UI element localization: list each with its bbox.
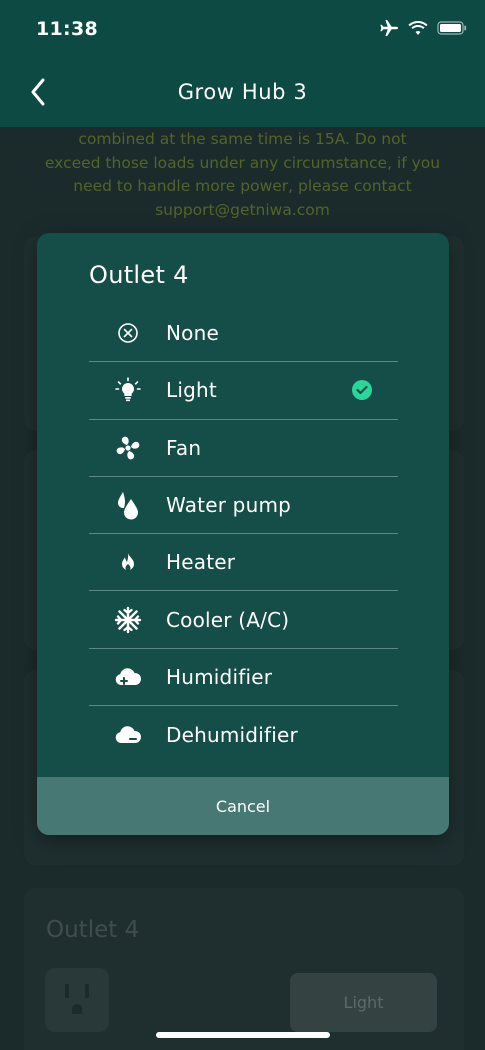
- option-label: Cooler (A/C): [166, 607, 290, 632]
- page-title: Grow Hub 3: [177, 80, 308, 104]
- none-circle-x-icon: [89, 318, 166, 348]
- option-label: Humidifier: [166, 664, 273, 689]
- home-indicator[interactable]: [156, 1032, 330, 1038]
- option-label: Heater: [166, 550, 236, 575]
- option-label: None: [166, 321, 219, 346]
- fan-icon: [89, 433, 166, 463]
- option-none[interactable]: None: [89, 305, 398, 363]
- selected-check-icon: [352, 380, 372, 401]
- nav-bar: Grow Hub 3: [0, 58, 485, 127]
- cloud-minus-icon: [89, 720, 166, 750]
- status-time: 11:38: [36, 18, 98, 40]
- option-light[interactable]: Light: [89, 362, 398, 420]
- airplane-mode-icon: [380, 20, 398, 36]
- option-humidifier[interactable]: Humidifier: [89, 649, 398, 707]
- status-bar: 11:38: [0, 0, 485, 58]
- option-dehumidifier[interactable]: Dehumidifier: [89, 706, 398, 763]
- snowflake-icon: [89, 605, 166, 635]
- option-heater[interactable]: Heater: [89, 534, 398, 592]
- flame-icon: [89, 547, 166, 577]
- cancel-button[interactable]: Cancel: [37, 777, 449, 835]
- option-label: Light: [166, 378, 217, 403]
- cloud-plus-icon: [89, 662, 166, 692]
- option-cooler[interactable]: Cooler (A/C): [89, 591, 398, 649]
- option-label: Dehumidifier: [166, 722, 298, 747]
- status-icons: [379, 19, 467, 37]
- option-fan[interactable]: Fan: [89, 420, 398, 477]
- option-label: Water pump: [166, 493, 292, 518]
- light-bulb-icon: [89, 375, 166, 405]
- battery-icon: [437, 21, 467, 35]
- option-water-pump[interactable]: Water pump: [89, 477, 398, 535]
- water-drops-icon: [89, 490, 166, 520]
- option-label: Fan: [166, 435, 202, 460]
- device-type-dialog: Outlet 4 None Light Fan Water pump Heate…: [37, 233, 449, 835]
- device-type-options: None Light Fan Water pump Heater Cooler …: [89, 305, 398, 763]
- wifi-icon: [408, 21, 428, 35]
- dialog-title: Outlet 4: [89, 261, 189, 289]
